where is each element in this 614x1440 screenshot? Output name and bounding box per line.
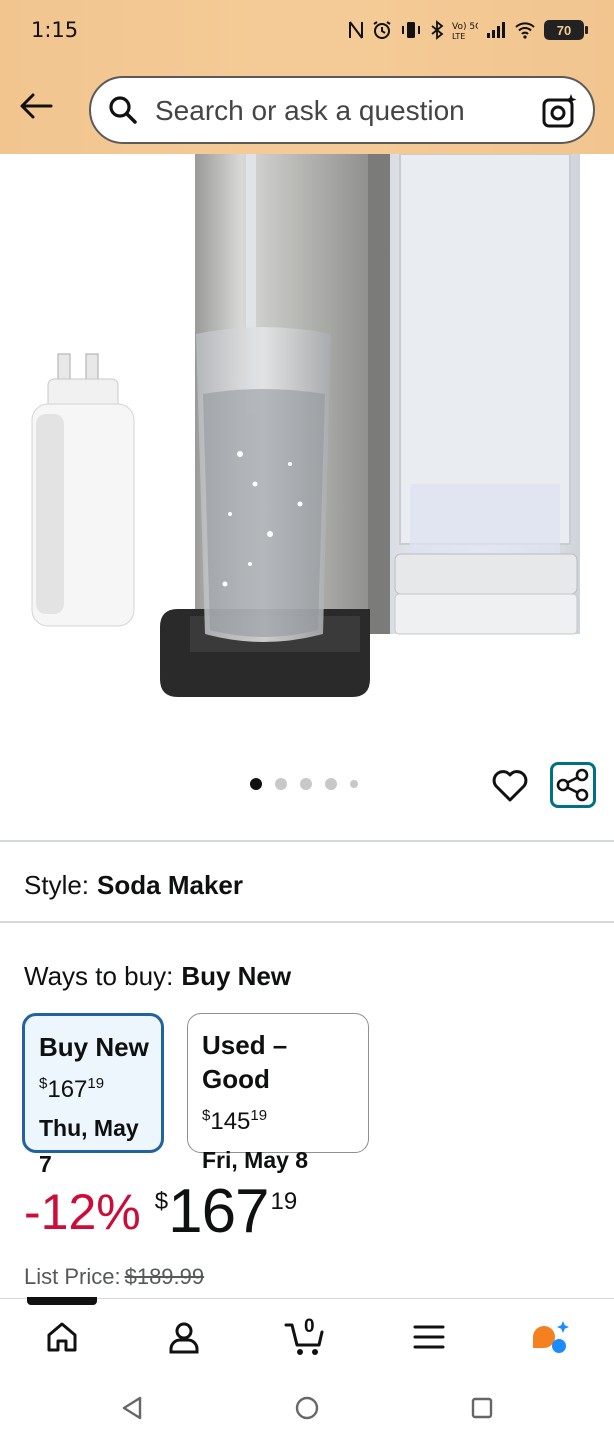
buy-option-new[interactable]: Buy New $16719 Thu, May 7 (22, 1013, 164, 1177)
home-icon (47, 1322, 77, 1352)
soda-maker-photo (31, 154, 580, 697)
list-price-label: List Price: (24, 1264, 121, 1289)
back-button[interactable] (14, 84, 58, 128)
gallery-dot[interactable] (275, 778, 287, 790)
heart-icon (492, 770, 528, 802)
volte-icon: Vo) 5GLTE (452, 22, 478, 40)
buy-option-title: Buy New (39, 1032, 149, 1062)
search-input[interactable] (155, 94, 525, 128)
system-recents-icon[interactable] (468, 1394, 496, 1422)
system-home-icon[interactable] (293, 1394, 321, 1422)
ways-to-buy-heading: Ways to buy: Buy New (24, 961, 291, 992)
nav-menu[interactable] (404, 1317, 454, 1357)
bottom-nav: 0 (0, 1297, 614, 1374)
buy-option-used[interactable]: Used – Good $14519 Fri, May 8 (187, 1013, 369, 1173)
nav-account[interactable] (159, 1317, 209, 1357)
alarm-icon (373, 21, 391, 39)
price-whole: 167 (168, 1177, 269, 1246)
vibrate-icon (402, 22, 420, 38)
search-bar[interactable] (89, 76, 595, 144)
buy-option-delivery: Fri, May 8 (202, 1147, 309, 1173)
divider (0, 840, 614, 842)
gallery-dots (250, 778, 358, 790)
buy-option-price: $14519 (202, 1107, 268, 1135)
svg-text:Vo) 5G: Vo) 5G (452, 22, 478, 32)
top-header: 1:15 Vo) 5GLTE 70 (0, 0, 614, 154)
gallery-dot[interactable] (325, 778, 337, 790)
camera-search-icon[interactable] (541, 92, 579, 130)
buy-option-title: Used – Good (202, 1030, 288, 1094)
price-currency: $ (154, 1188, 169, 1215)
price-fraction: 19 (270, 1188, 298, 1215)
style-selector[interactable]: Style: Soda Maker (24, 870, 243, 901)
gallery-dot[interactable] (250, 778, 262, 790)
signal-icon (487, 22, 505, 38)
style-label: Style: (24, 870, 90, 900)
svg-text:LTE: LTE (452, 32, 465, 40)
account-icon (169, 1322, 199, 1354)
system-nav-bar (0, 1374, 614, 1440)
system-back-icon[interactable] (118, 1394, 146, 1422)
nav-rufus[interactable] (526, 1317, 576, 1357)
divider (0, 921, 614, 923)
status-icons: Vo) 5GLTE 70 (348, 20, 588, 40)
search-icon (109, 96, 137, 124)
arrow-left-icon (20, 93, 53, 119)
price-block: -12% $ 167 19 (24, 1180, 297, 1250)
discount-percent: -12% (24, 1184, 141, 1240)
wishlist-button[interactable] (490, 765, 530, 805)
menu-icon (413, 1325, 445, 1349)
buy-option-price: $16719 (39, 1075, 105, 1103)
active-tab-indicator (27, 1297, 97, 1305)
gallery-dot[interactable] (350, 780, 358, 788)
nav-home[interactable] (37, 1317, 87, 1357)
cart-count: 0 (304, 1316, 315, 1337)
ways-to-buy-value: Buy New (181, 961, 292, 991)
list-price: List Price: $189.99 (24, 1264, 204, 1290)
ways-to-buy-label: Ways to buy: (24, 961, 174, 991)
gallery-dot[interactable] (300, 778, 312, 790)
status-time: 1:15 (31, 18, 79, 42)
product-image[interactable] (0, 154, 614, 754)
nfc-icon (349, 21, 363, 39)
rufus-icon (533, 1321, 569, 1353)
wifi-icon (515, 22, 535, 39)
battery-indicator: 70 (544, 20, 588, 40)
style-value: Soda Maker (97, 870, 243, 900)
share-icon (556, 768, 589, 802)
status-bar: 1:15 Vo) 5GLTE 70 (0, 0, 614, 62)
buy-option-delivery: Thu, May 7 (39, 1115, 139, 1177)
bluetooth-icon (431, 20, 444, 40)
share-button[interactable] (550, 762, 596, 808)
nav-cart[interactable]: 0 (281, 1316, 331, 1357)
list-price-value: $189.99 (124, 1264, 205, 1289)
